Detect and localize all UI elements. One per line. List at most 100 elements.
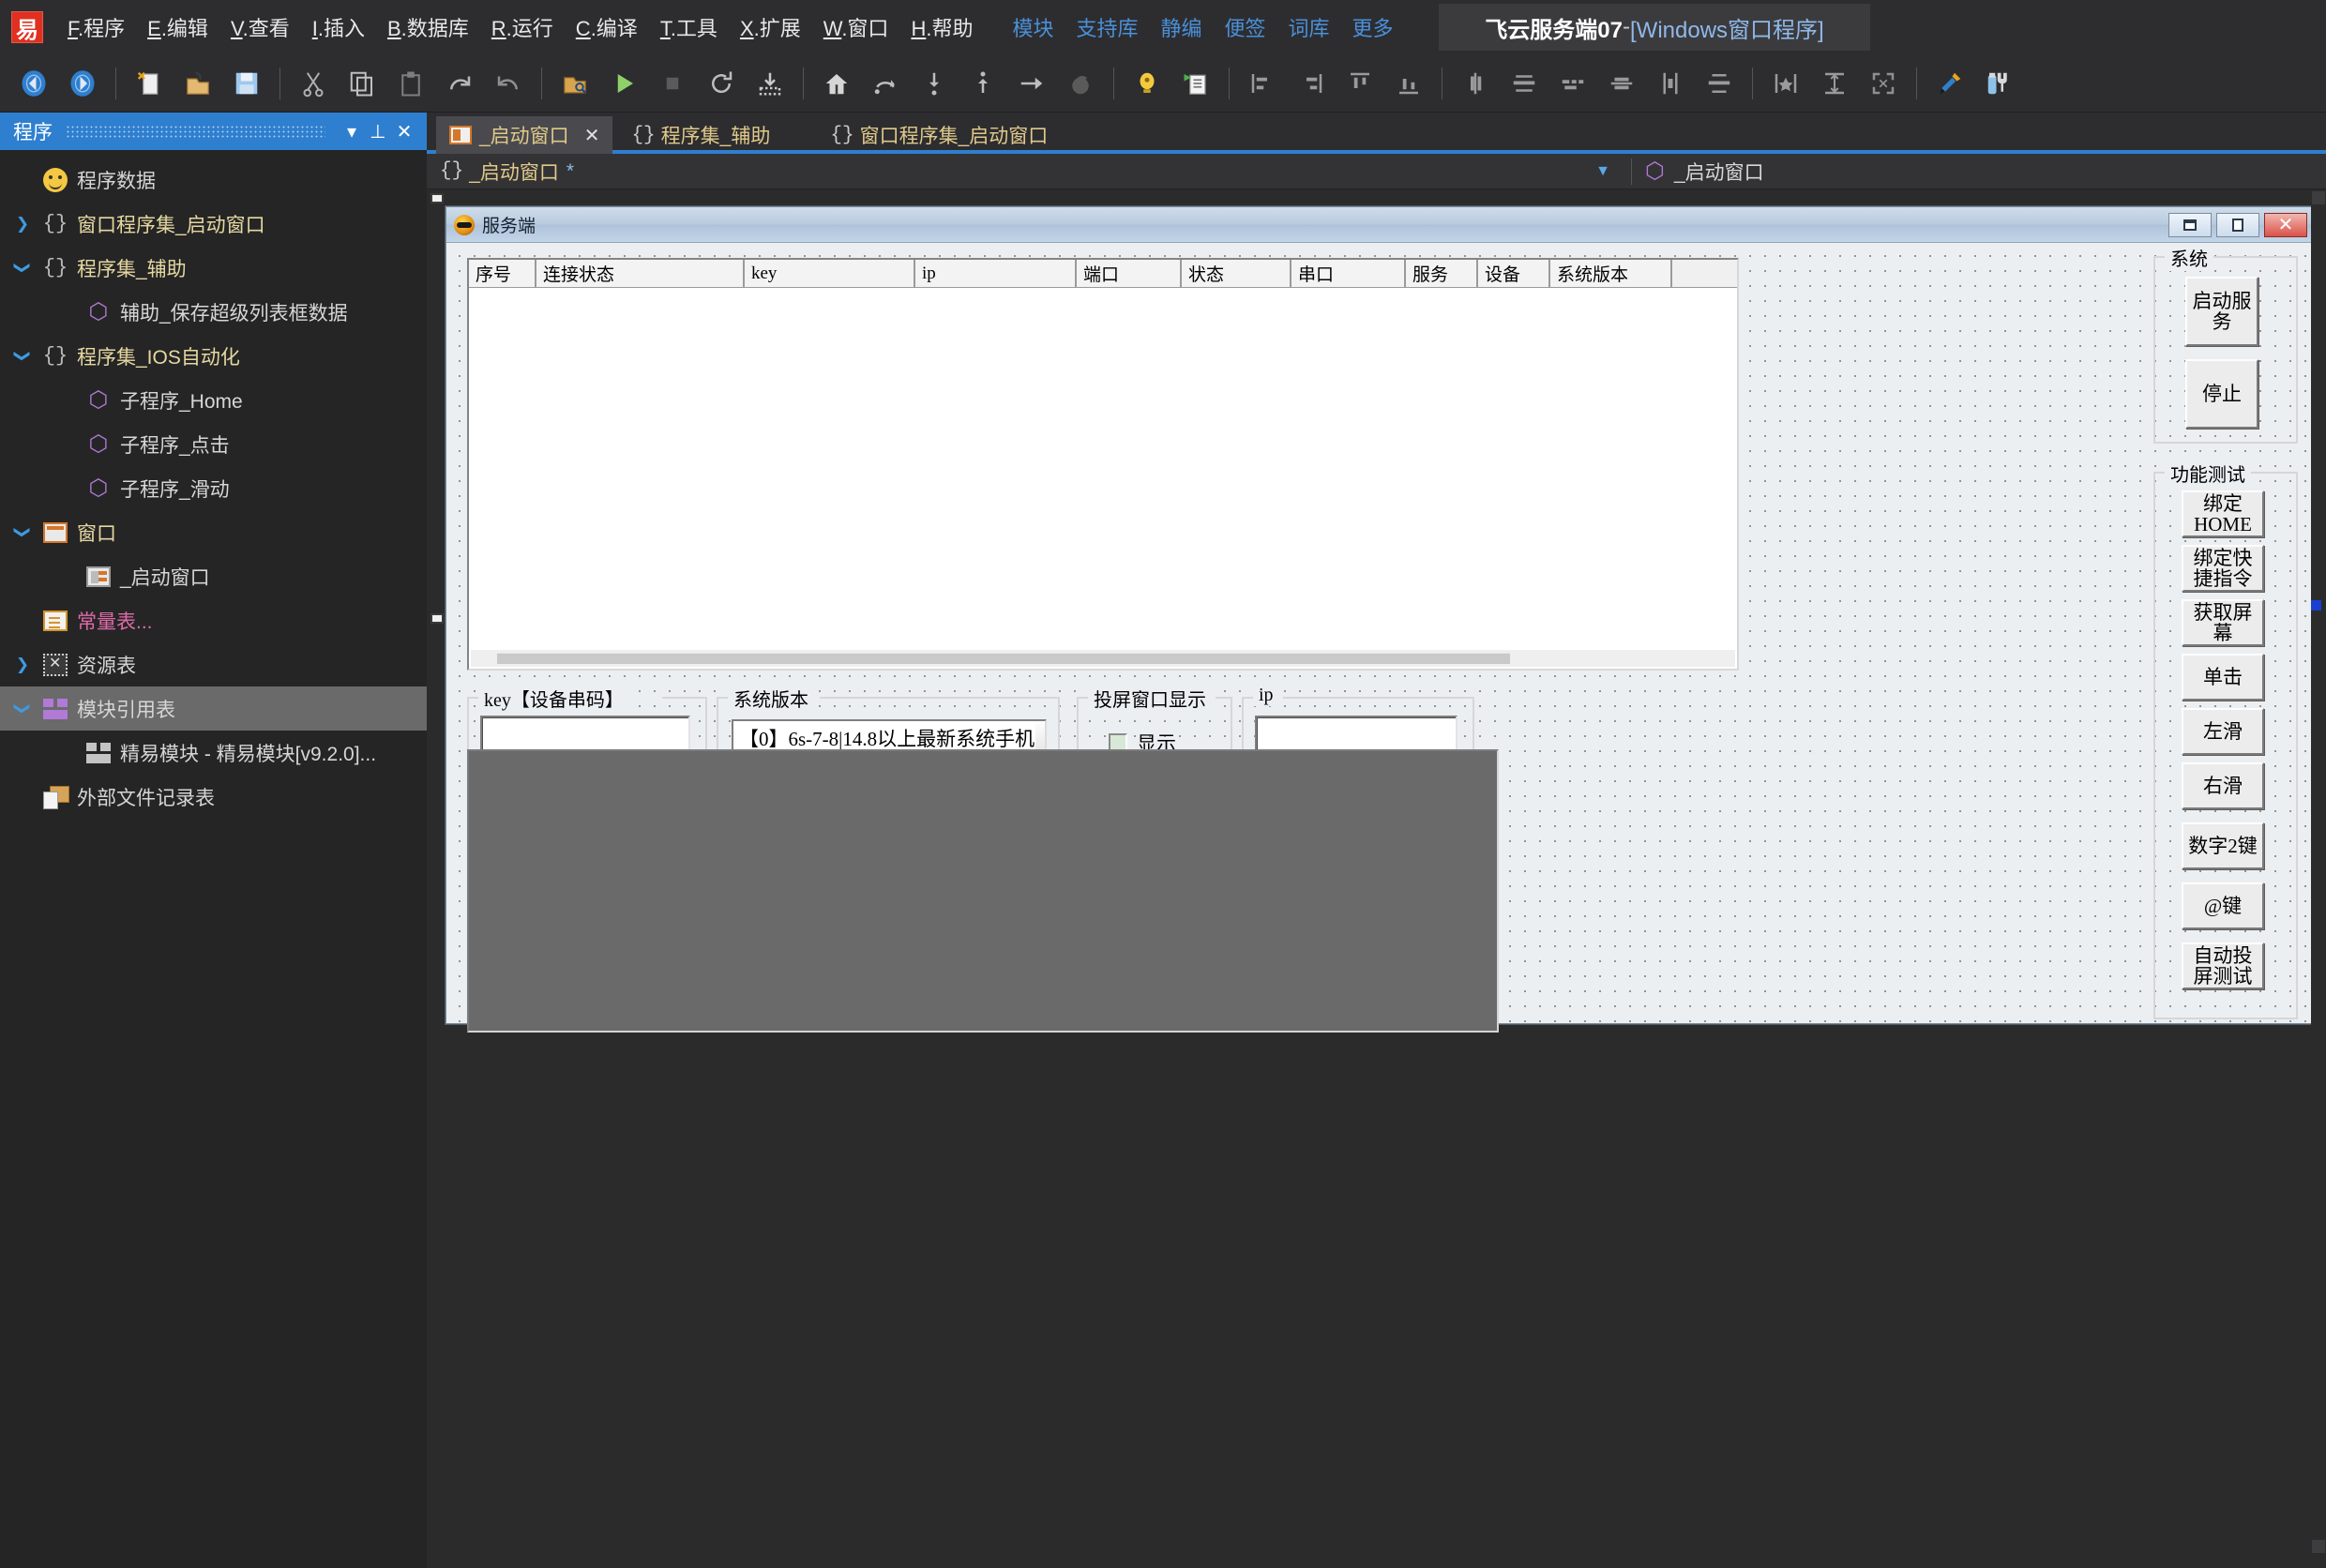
- breakpoint-icon[interactable]: [1058, 61, 1103, 106]
- minimize-icon[interactable]: [2168, 212, 2212, 237]
- menu-extra-2[interactable]: 静编: [1149, 8, 1213, 46]
- center-vertical-icon[interactable]: [1599, 61, 1644, 106]
- menu-item-3[interactable]: I.插入: [301, 8, 376, 46]
- distribute-vertical-icon[interactable]: [1648, 61, 1693, 106]
- function-test-button-3[interactable]: 单击: [2182, 654, 2264, 701]
- chevron-down-icon[interactable]: ❯: [6, 260, 39, 276]
- menu-extra-1[interactable]: 支持库: [1065, 8, 1149, 46]
- menu-item-8[interactable]: X.扩展: [729, 8, 812, 46]
- paste-icon[interactable]: [388, 61, 433, 106]
- menu-extra-5[interactable]: 更多: [1341, 8, 1405, 46]
- chevron-right-icon[interactable]: ❯: [6, 656, 39, 672]
- tree-item-5[interactable]: ⬡ 子程序_Home: [0, 378, 427, 422]
- align-right-icon[interactable]: [1289, 61, 1334, 106]
- step-out-icon[interactable]: [960, 61, 1005, 106]
- distribute-horizontal-icon[interactable]: [1502, 61, 1547, 106]
- chevron-down-icon[interactable]: ❯: [6, 348, 39, 364]
- function-test-button-5[interactable]: 右滑: [2182, 762, 2264, 809]
- function-test-button-2[interactable]: 获取屏幕: [2182, 599, 2264, 646]
- selection-handle[interactable]: [2311, 600, 2321, 611]
- size-fit-icon[interactable]: [1861, 61, 1906, 106]
- chevron-down-icon[interactable]: ▾: [339, 118, 365, 144]
- space-equal-icon[interactable]: [1550, 61, 1595, 106]
- tree-item-10[interactable]: 常量表...: [0, 598, 427, 642]
- maximize-icon[interactable]: [2216, 212, 2259, 237]
- designer-vertical-scrollbar[interactable]: [2311, 189, 2326, 1555]
- open-project-icon[interactable]: [552, 61, 597, 106]
- system-button-0[interactable]: 启动服务: [2185, 277, 2258, 346]
- chevron-down-icon[interactable]: ❯: [6, 524, 39, 540]
- tree-item-8[interactable]: ❯ 窗口: [0, 510, 427, 554]
- tree-item-6[interactable]: ⬡ 子程序_点击: [0, 422, 427, 466]
- function-test-button-4[interactable]: 左滑: [2182, 708, 2264, 755]
- list-column-header[interactable]: ip: [915, 260, 1077, 287]
- step-into-icon[interactable]: [912, 61, 957, 106]
- save-icon[interactable]: [224, 61, 269, 106]
- menu-extra-3[interactable]: 便签: [1214, 8, 1277, 46]
- back-icon[interactable]: [11, 61, 56, 106]
- function-test-button-0[interactable]: 绑定HOME: [2182, 490, 2264, 537]
- screen-preview-area[interactable]: [467, 749, 1499, 1033]
- close-icon[interactable]: ✕: [2264, 212, 2307, 237]
- step-over-icon[interactable]: [863, 61, 908, 106]
- function-test-button-7[interactable]: @键: [2182, 882, 2264, 929]
- system-button-1[interactable]: 停止: [2185, 359, 2258, 429]
- open-folder-icon[interactable]: [175, 61, 220, 106]
- form-title-bar[interactable]: 服务端 ✕: [446, 207, 2311, 243]
- menu-item-0[interactable]: F.程序: [56, 8, 136, 46]
- color-picker-icon[interactable]: [1927, 61, 1972, 106]
- center-horizontal-icon[interactable]: [1453, 61, 1498, 106]
- bring-front-icon[interactable]: [1763, 61, 1808, 106]
- breadcrumb-left[interactable]: {} _启动窗口 *: [427, 158, 1575, 186]
- tree-item-4[interactable]: ❯{} 程序集_IOS自动化: [0, 334, 427, 378]
- chevron-down-icon[interactable]: ❯: [6, 701, 39, 716]
- device-list-view[interactable]: 序号 连接状态 key ip 端口 状态 串口 服务 设备 系统版本: [467, 258, 1739, 671]
- selection-handle[interactable]: [430, 193, 444, 204]
- list-column-header[interactable]: 序号: [469, 260, 536, 287]
- function-test-button-1[interactable]: 绑定快捷指令: [2182, 545, 2264, 592]
- tree-item-3[interactable]: ⬡ 辅助_保存超级列表框数据: [0, 290, 427, 334]
- tree-item-1[interactable]: ❯{} 窗口程序集_启动窗口: [0, 202, 427, 246]
- list-horizontal-scrollbar[interactable]: [471, 650, 1735, 667]
- function-test-button-6[interactable]: 数字2键: [2182, 822, 2264, 869]
- tree-item-9[interactable]: _启动窗口: [0, 554, 427, 598]
- tree-item-11[interactable]: ❯ 资源表: [0, 642, 427, 686]
- list-column-header[interactable]: 状态: [1182, 260, 1291, 287]
- tree-item-2[interactable]: ❯{} 程序集_辅助: [0, 246, 427, 290]
- list-column-header[interactable]: 串口: [1291, 260, 1406, 287]
- hint-icon[interactable]: [1125, 61, 1170, 106]
- selection-handle[interactable]: [430, 613, 444, 624]
- list-column-header[interactable]: key: [745, 260, 915, 287]
- cut-icon[interactable]: [291, 61, 336, 106]
- restart-icon[interactable]: [699, 61, 744, 106]
- list-column-header[interactable]: 系统版本: [1550, 260, 1672, 287]
- function-test-button-8[interactable]: 自动投屏测试: [2182, 942, 2264, 989]
- menu-item-4[interactable]: B.数据库: [376, 8, 480, 46]
- tools-icon[interactable]: [1976, 61, 2021, 106]
- align-bottom-icon[interactable]: [1386, 61, 1431, 106]
- sidebar-drag-grip[interactable]: [66, 125, 325, 138]
- list-column-header[interactable]: 服务: [1406, 260, 1478, 287]
- tree-item-0[interactable]: 程序数据: [0, 158, 427, 202]
- designed-form-window[interactable]: 服务端 ✕ 序号连接状态keyip端口状态串口服务设备系统版本: [446, 206, 2312, 1033]
- align-left-icon[interactable]: [1240, 61, 1285, 106]
- stop-icon[interactable]: [650, 61, 695, 106]
- goto-icon[interactable]: [1009, 61, 1054, 106]
- run-icon[interactable]: [601, 61, 646, 106]
- breadcrumb-dropdown-icon[interactable]: ▼: [1575, 163, 1631, 180]
- breadcrumb-right[interactable]: ⬡ _启动窗口: [1632, 158, 2326, 186]
- menu-item-7[interactable]: T.工具: [649, 8, 729, 46]
- scrollbar-thumb[interactable]: [497, 653, 1510, 664]
- menu-extra-4[interactable]: 词库: [1277, 8, 1341, 46]
- tree-item-12[interactable]: ❯ 模块引用表: [0, 686, 427, 731]
- menu-item-5[interactable]: R.运行: [480, 8, 565, 46]
- redo-icon[interactable]: [437, 61, 482, 106]
- same-width-icon[interactable]: [1697, 61, 1742, 106]
- scroll-up-icon[interactable]: [2312, 191, 2325, 204]
- tab-0[interactable]: _启动窗口 ✕: [436, 116, 613, 154]
- new-file-icon[interactable]: [127, 61, 172, 106]
- list-column-header[interactable]: 设备: [1478, 260, 1550, 287]
- tree-item-7[interactable]: ⬡ 子程序_滑动: [0, 466, 427, 510]
- menu-item-10[interactable]: H.帮助: [899, 8, 984, 46]
- scroll-down-icon[interactable]: [2312, 1540, 2325, 1553]
